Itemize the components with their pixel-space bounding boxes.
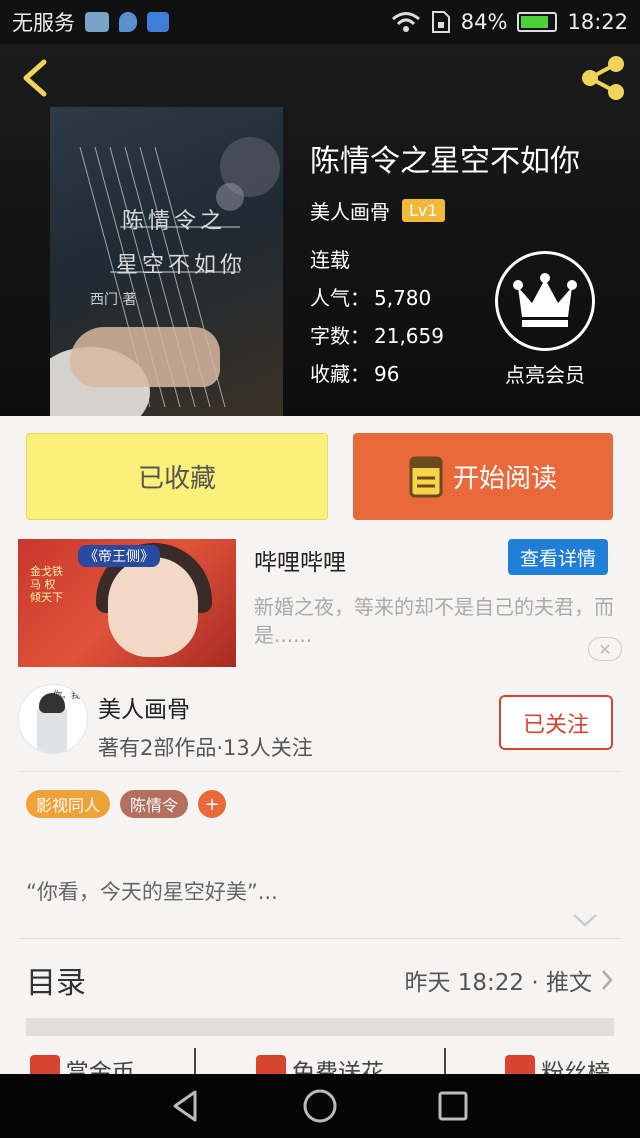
stat-word-count: 字数： 21,659 [310,320,444,349]
toc-meta: 昨天 18:22 · 推文 [404,963,614,997]
vip-label: 点亮会员 [505,363,585,387]
author-row: 美人画骨 Lv1 [310,196,445,225]
stat-popularity: 人气： 5,780 [310,282,431,311]
stat-key: 字数： [310,324,370,348]
ad-figure-face [108,557,198,657]
author-name[interactable]: 美人画骨 [310,196,390,225]
system-nav-bar [0,1074,640,1138]
toc-latest: 昨天 18:22 · 推文 [404,970,592,996]
avatar[interactable]: 你。我的 [18,684,88,754]
book-icon [409,456,443,497]
stat-favorites: 收藏： 96 [310,358,399,387]
tag-list: 影视同人 陈情令 + [26,790,227,818]
ad-image-tag: 《帝王侧》 [78,545,160,567]
battery-percent: 84% [460,10,508,34]
stat-value: 5,780 [374,286,432,310]
section-band [26,1018,614,1036]
stat-key: 收藏： [310,362,370,386]
vip-button[interactable]: 点亮会员 [490,251,600,388]
stat-value: 96 [374,362,400,386]
book-cover[interactable]: 陈情令之 星空不如你 西门 著 [50,107,283,416]
toc-row[interactable]: 目录 昨天 18:22 · 推文 [0,944,640,1016]
battery-icon [517,12,558,32]
follow-button[interactable]: 已关注 [499,695,613,750]
crown-icon [495,251,595,351]
book-title: 陈情令之星空不如你 [310,144,580,179]
stat-key: 人气： [310,286,370,310]
back-triangle-icon[interactable] [167,1086,207,1126]
author-card-name[interactable]: 美人画骨 [98,690,190,724]
stat-value: 21,659 [374,324,444,348]
status-bar: 无服务 84% 18:22 [0,0,640,44]
ad-description: 新婚之夜，等来的却不是自己的夫君，而是...... [254,595,614,647]
avatar-text: 你。我的 [53,691,81,711]
add-tag-button[interactable]: + [198,790,227,818]
wifi-icon [391,12,420,32]
ad-banner[interactable]: 《帝王侧》 金戈铁马 权倾天下 哔哩哔哩 查看详情 新婚之夜，等来的却不是自己的… [0,533,640,673]
cloud-icon [85,12,109,32]
share-icon[interactable] [578,54,628,102]
level-badge: Lv1 [402,199,445,222]
cover-title-line1: 陈情令之 [122,209,227,234]
location-icon [119,12,137,32]
cover-title-line2: 星空不如你 [116,253,247,278]
cover-author: 西门 著 [90,292,137,308]
recents-square-icon[interactable] [433,1086,473,1126]
chevron-right-icon [602,970,613,990]
expand-chevron-icon[interactable] [570,908,600,932]
ad-close-icon[interactable]: ✕ [588,637,622,661]
back-arrow-icon[interactable] [18,58,52,98]
tag-pill[interactable]: 影视同人 [26,790,111,818]
book-summary[interactable]: “你看，今天的星空好美”... [26,876,278,906]
sim-icon [431,11,450,33]
carrier-label: 无服务 [12,11,75,35]
book-header: 陈情令之 星空不如你 西门 著 陈情令之星空不如你 美人画骨 Lv1 连载 人气… [0,44,640,416]
start-reading-label: 开始阅读 [452,464,557,494]
author-card[interactable]: 你。我的 美人画骨 著有2部作品·13人关注 已关注 [0,680,640,772]
ad-image[interactable]: 《帝王侧》 金戈铁马 权倾天下 [18,539,236,667]
ad-title: 哔哩哔哩 [254,550,346,576]
qq-icon [147,12,169,32]
author-card-meta: 著有2部作品·13人关注 [98,736,313,760]
clock: 18:22 [567,10,628,34]
serial-status: 连载 [310,248,350,272]
view-details-button[interactable]: 查看详情 [508,539,608,575]
toc-title: 目录 [26,966,86,1001]
collected-button[interactable]: 已收藏 [26,433,328,520]
tag-pill[interactable]: 陈情令 [120,790,189,818]
divider [18,938,622,939]
ad-image-side-text: 金戈铁马 权倾天下 [30,565,63,604]
start-reading-button[interactable]: 开始阅读 [353,433,613,520]
collected-label: 已收藏 [137,464,216,494]
home-circle-icon[interactable] [300,1086,340,1126]
divider [18,771,622,772]
cover-hand [70,327,220,387]
